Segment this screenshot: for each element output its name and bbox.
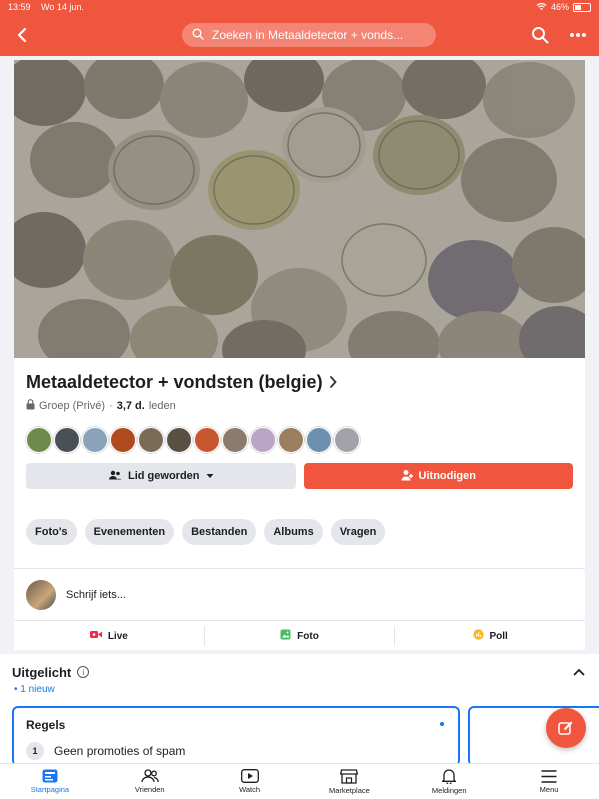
wifi-icon	[536, 2, 547, 13]
people-icon	[108, 470, 122, 483]
tab-home-label: Startpagina	[30, 785, 70, 794]
hamburger-icon	[541, 769, 557, 783]
avatar	[166, 427, 192, 453]
poll-label: Poll	[489, 630, 508, 642]
tab-friends[interactable]: Vrienden	[100, 764, 200, 799]
search-placeholder: Zoeken in Metaaldetector + vonds...	[212, 28, 404, 42]
tab-menu-label: Menu	[539, 784, 559, 794]
status-time: 13:59	[8, 2, 31, 12]
chevron-up-icon	[573, 668, 585, 676]
tab-marketplace[interactable]: Marketplace	[299, 764, 399, 799]
featured-title: Uitgelicht	[12, 664, 72, 680]
group-cover-photo[interactable]	[14, 60, 585, 358]
rules-title: Regels	[26, 718, 66, 732]
chip-albums[interactable]: Albums	[264, 519, 323, 545]
poll-icon	[472, 629, 484, 643]
lock-icon	[26, 399, 35, 413]
search-button[interactable]	[529, 24, 551, 46]
avatar	[194, 427, 220, 453]
bottom-tab-bar: Startpagina Vrienden Watch Marketplace M…	[0, 763, 599, 799]
group-privacy: Groep (Privé)	[39, 400, 106, 412]
avatar	[110, 427, 136, 453]
rules-card[interactable]: Regels 1 Geen promoties of spam	[12, 706, 460, 766]
avatar	[306, 427, 332, 453]
post-composer: Schrijf iets... Live Foto Poll	[14, 568, 585, 650]
compose-post-button[interactable]	[546, 708, 586, 748]
avatar	[334, 427, 360, 453]
new-count: • 1 nieuw	[14, 684, 55, 695]
info-icon[interactable]: i	[77, 666, 90, 678]
friends-icon	[141, 769, 159, 783]
chip-questions[interactable]: Vragen	[330, 519, 386, 545]
back-button[interactable]	[10, 23, 34, 47]
tab-home[interactable]: Startpagina	[0, 764, 100, 799]
group-search-input[interactable]: Zoeken in Metaaldetector + vonds...	[182, 23, 436, 47]
avatar	[82, 427, 108, 453]
write-something-prompt[interactable]: Schrijf iets...	[66, 589, 126, 601]
tab-friends-label: Vrienden	[134, 785, 165, 794]
tab-notifications-label: Meldingen	[431, 786, 467, 795]
tab-notifications[interactable]: Meldingen	[399, 764, 499, 799]
member-avatars[interactable]	[14, 427, 585, 453]
add-person-icon	[401, 469, 413, 484]
tab-watch[interactable]: Watch	[200, 764, 300, 799]
photo-button[interactable]: Foto	[205, 626, 396, 646]
chevron-right-icon[interactable]	[329, 375, 337, 391]
chip-events[interactable]: Evenementen	[84, 519, 175, 545]
tab-watch-label: Watch	[239, 785, 261, 794]
top-bar: 13:59 Wo 14 jun. 46% Zoeken in Metaaldet…	[0, 0, 599, 56]
group-title[interactable]: Metaaldetector + vondsten (belgie)	[26, 372, 323, 393]
joined-button[interactable]: Lid geworden	[26, 463, 296, 489]
members-label[interactable]: leden	[149, 400, 176, 412]
tab-marketplace-label: Marketplace	[328, 785, 370, 795]
rule-text: Geen promoties of spam	[54, 744, 186, 758]
edit-icon	[558, 721, 573, 735]
poll-button[interactable]: Poll	[395, 626, 585, 646]
battery-icon	[573, 2, 591, 12]
status-date: Wo 14 jun.	[41, 2, 84, 12]
invite-label: Uitnodigen	[418, 470, 476, 482]
photo-icon	[280, 629, 291, 643]
live-video-icon	[89, 630, 102, 642]
avatar	[26, 579, 56, 610]
write-something-row[interactable]: Schrijf iets...	[14, 569, 585, 621]
collapse-button[interactable]	[571, 664, 587, 680]
more-options-button[interactable]	[567, 24, 589, 46]
avatar	[278, 427, 304, 453]
battery-percent: 46%	[550, 2, 569, 12]
live-label: Live	[107, 630, 128, 642]
photo-label: Foto	[297, 630, 319, 642]
avatar	[250, 427, 276, 453]
avatar	[54, 427, 80, 453]
search-icon	[192, 28, 204, 43]
members-count[interactable]: 3,7 d.	[117, 400, 145, 412]
chip-photos[interactable]: Foto's	[26, 519, 77, 545]
tab-menu[interactable]: Menu	[499, 764, 599, 799]
caret-down-icon	[206, 470, 214, 482]
bell-icon	[442, 769, 457, 784]
chip-files[interactable]: Bestanden	[182, 519, 257, 545]
rule-number: 1	[26, 742, 44, 760]
avatar	[222, 427, 248, 453]
rule-item: 1 Geen promoties of spam	[26, 742, 446, 760]
invite-button[interactable]: Uitnodigen	[303, 463, 573, 489]
meta-separator: ·	[109, 400, 113, 412]
unread-dot	[440, 722, 444, 726]
group-header-card: Metaaldetector + vondsten (belgie) Groep…	[14, 60, 585, 650]
feed-icon	[42, 769, 58, 783]
joined-label: Lid geworden	[128, 470, 200, 482]
status-bar: 13:59 Wo 14 jun. 46%	[0, 0, 599, 14]
avatar	[26, 427, 52, 453]
group-tabs: Foto's Evenementen Bestanden Albums Vrag…	[14, 489, 585, 545]
shop-icon	[340, 768, 359, 784]
featured-section: Uitgelicht i • 1 nieuw Regels 1 Geen pro…	[0, 654, 599, 766]
live-button[interactable]: Live	[14, 626, 205, 646]
video-play-icon	[240, 769, 259, 783]
coins-photo	[14, 60, 585, 358]
avatar	[138, 427, 164, 453]
